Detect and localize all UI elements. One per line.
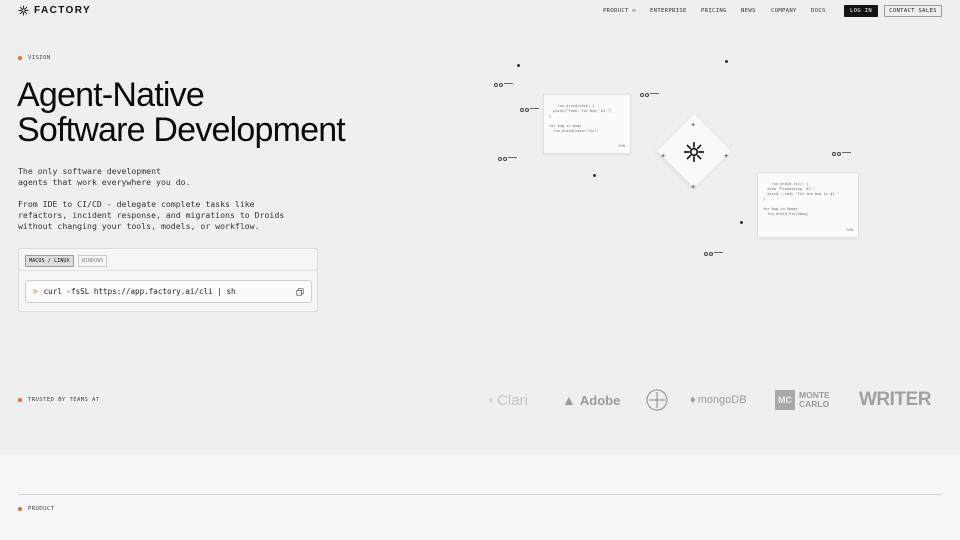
code-card-1: run_droid(task) { print("Task: Fix bug '… xyxy=(543,94,631,154)
workflow-diagram: run_droid(task) { print("Task: Fix bug '… xyxy=(480,50,900,280)
node-dot xyxy=(725,60,728,63)
plus-icon: + xyxy=(724,152,729,160)
nav-docs[interactable]: DOCS xyxy=(811,8,835,14)
product-label: PRODUCT xyxy=(28,506,55,512)
hero-title: Agent-Native Software Development xyxy=(17,76,346,149)
logo-monte-carlo-text: MONTE CARLO xyxy=(799,390,830,409)
orange-dot-icon xyxy=(18,398,22,402)
copy-icon[interactable] xyxy=(296,288,304,296)
logo-mongodb-text: mongoDB xyxy=(697,394,747,406)
logo-adobe: ▲ Adobe xyxy=(562,388,620,412)
contact-sales-button[interactable]: CONTACT SALES xyxy=(884,5,942,17)
plus-icon: + xyxy=(661,152,666,160)
orange-dot-icon xyxy=(18,56,22,60)
logo-bayer xyxy=(646,388,668,412)
tab-macos-linux[interactable]: MACOS / LINUX xyxy=(25,255,74,267)
nav-pricing[interactable]: PRICING xyxy=(701,8,741,14)
logo-clari: ◗ Clari xyxy=(488,388,528,412)
bayer-cross-icon xyxy=(646,389,668,411)
login-button[interactable]: LOG IN xyxy=(844,5,878,17)
command-text: curl -fsSL https://app.factory.ai/cli | … xyxy=(43,287,236,296)
trusted-label-text: TRUSTED BY TEAMS AT xyxy=(28,397,100,403)
hero-subtitle: The only software development agents tha… xyxy=(18,166,191,187)
nav-company[interactable]: COMPANY xyxy=(771,8,811,14)
tab-windows[interactable]: WINDOWS xyxy=(77,255,108,267)
connector-pin xyxy=(494,83,513,87)
logo-clari-text: Clari xyxy=(497,391,528,409)
logo-adobe-text: Adobe xyxy=(579,392,621,408)
code-card-1-text: run_droid(task) { print("Task: Fix bug '… xyxy=(549,104,612,133)
product-eyebrow: PRODUCT xyxy=(18,506,54,512)
hero-title-line1: Agent-Native xyxy=(17,76,205,114)
brand-name: FACTORY xyxy=(34,5,92,16)
connector-pin xyxy=(704,252,723,256)
mongodb-leaf-icon: ♦ xyxy=(690,394,696,406)
factory-hub-icon xyxy=(684,142,704,162)
hero-title-line2: Software Development xyxy=(17,111,346,149)
logo-writer: WRITER xyxy=(859,389,931,410)
plus-icon: + xyxy=(691,183,696,191)
prompt-symbol: > xyxy=(33,287,38,296)
top-navigation: FACTORY PRODUCT > ENTERPRISE PRICING NEW… xyxy=(0,0,960,24)
code-card-2: run_droid_fix() { echo "Processing '$1'"… xyxy=(757,172,859,238)
divider xyxy=(19,270,317,271)
logo-monte-carlo: MC MONTE CARLO xyxy=(775,388,839,412)
adobe-mark-icon: ▲ xyxy=(562,392,576,408)
eyebrow-label: VISION xyxy=(28,55,51,61)
nav-news[interactable]: NEWS xyxy=(741,8,771,14)
connector-pin xyxy=(832,152,851,156)
connector-pin xyxy=(640,93,659,97)
orange-dot-icon xyxy=(18,507,22,511)
node-dot xyxy=(740,221,743,224)
section-divider xyxy=(18,494,942,495)
code-card-2-text: run_droid_fix() { echo "Processing '$1'"… xyxy=(763,182,839,216)
clari-mark-icon: ◗ xyxy=(488,394,495,406)
node-dot xyxy=(593,174,596,177)
nav-enterprise[interactable]: ENTERPRISE xyxy=(650,8,701,14)
nav-product[interactable]: PRODUCT > xyxy=(603,8,650,14)
node-dot xyxy=(517,64,520,67)
connector-pin xyxy=(520,108,539,112)
brand-logo[interactable]: FACTORY xyxy=(18,5,91,16)
trusted-label: TRUSTED BY TEAMS AT xyxy=(18,397,100,403)
factory-logo-icon xyxy=(18,5,29,16)
logo-mongodb: ♦ mongoDB xyxy=(690,388,747,412)
os-tabs: MACOS / LINUX WINDOWS xyxy=(25,255,108,267)
hero-body: From IDE to CI/CD - delegate complete ta… xyxy=(18,199,285,231)
plus-icon: + xyxy=(691,121,696,129)
monte-carlo-mark-icon: MC xyxy=(775,390,795,410)
code-card-1-run[interactable]: RUN xyxy=(619,144,626,149)
install-command[interactable]: > curl -fsSL https://app.factory.ai/cli … xyxy=(25,280,312,303)
vision-eyebrow: VISION xyxy=(18,55,51,61)
code-card-2-run[interactable]: RUN xyxy=(847,228,854,233)
main-nav: PRODUCT > ENTERPRISE PRICING NEWS COMPAN… xyxy=(603,8,835,14)
connector-pin xyxy=(498,157,517,161)
install-widget: MACOS / LINUX WINDOWS > curl -fsSL https… xyxy=(18,248,318,312)
product-section: PRODUCT xyxy=(0,454,960,540)
